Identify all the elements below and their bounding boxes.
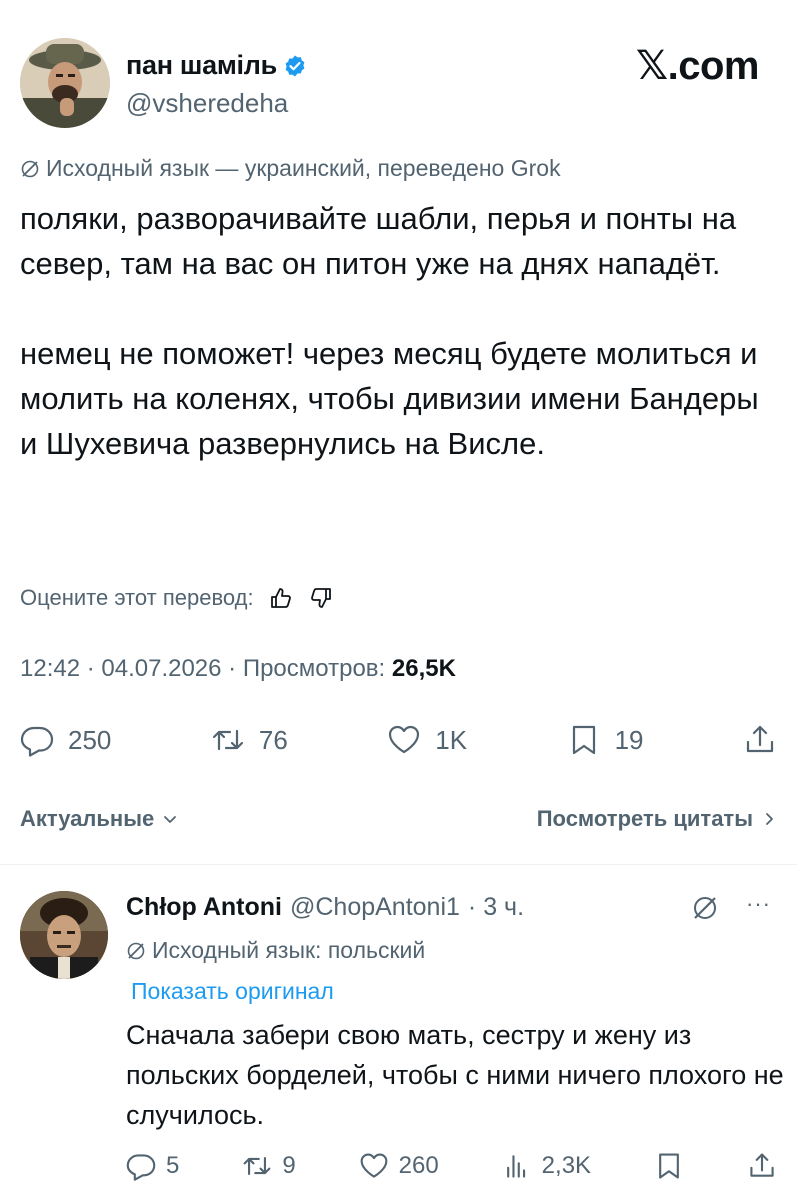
author-name[interactable]: пан шаміль: [126, 50, 277, 81]
sort-label: Актуальные: [20, 806, 155, 831]
chevron-down-icon: [164, 816, 177, 823]
bookmark-button[interactable]: [654, 1151, 684, 1181]
reply-author-name[interactable]: Chłop Antoni: [126, 893, 282, 922]
tweet-timestamp[interactable]: 12:42 · 04.07.2026 · Просмотров:: [20, 655, 392, 682]
reply-text: Сначала забери свою мать, сестру и жену …: [126, 1020, 784, 1130]
author-handle[interactable]: @vsheredeha: [126, 88, 288, 119]
rate-translation-label: Оцените этот перевод:: [20, 585, 254, 610]
views-chart-icon: [506, 1155, 525, 1178]
grok-icon: [21, 160, 39, 177]
reply-translation-note: Исходный язык: польский: [126, 937, 425, 964]
reply-icon: [20, 726, 54, 757]
heart-icon: [360, 1153, 388, 1178]
replies-toolbar: Актуальные Посмотреть цитаты: [20, 806, 777, 832]
reply-count: 250: [68, 724, 112, 755]
reply-header: Chłop Antoni @ChopAntoni1 · 3 ч.: [126, 893, 524, 922]
views-count: 2,3K: [541, 1152, 592, 1179]
tweet-text: поляки, разворачивайте шабли, перья и по…: [20, 196, 760, 466]
like-count: 1K: [435, 724, 468, 755]
repost-icon: [243, 1157, 271, 1175]
share-button[interactable]: [743, 723, 777, 757]
reply-author-handle[interactable]: @ChopAntoni1: [290, 893, 460, 922]
share-button[interactable]: [747, 1151, 777, 1181]
show-original-link[interactable]: Показать оригинал: [131, 978, 334, 1005]
thumbs-up-icon[interactable]: [268, 585, 294, 611]
reply-icon: [126, 1154, 156, 1181]
tweet-paragraph: немец не поможет! через месяц будете мол…: [20, 336, 759, 461]
reply-count: 5: [166, 1152, 180, 1179]
site-logo: 𝕏.com: [635, 44, 760, 88]
author-avatar[interactable]: [20, 38, 110, 128]
reply-button[interactable]: 250: [20, 723, 111, 757]
author-name-row[interactable]: пан шаміль: [126, 50, 307, 81]
tweet-paragraph: поляки, разворачивайте шабли, перья и по…: [20, 201, 737, 281]
grok-icon: [127, 942, 145, 959]
verified-badge-icon: [285, 55, 305, 76]
share-icon: [750, 1153, 774, 1177]
like-count: 260: [398, 1152, 439, 1179]
share-icon: [746, 725, 774, 753]
repost-icon: [212, 729, 243, 751]
reply-translation-note-text: Исходный язык: польский: [152, 937, 426, 963]
like-button[interactable]: 1K: [387, 723, 467, 757]
views-button[interactable]: 2,3K: [502, 1151, 591, 1181]
grok-icon[interactable]: [690, 893, 720, 923]
rate-translation: Оцените этот перевод:: [20, 585, 334, 611]
like-button[interactable]: 260: [359, 1151, 439, 1181]
bookmark-button[interactable]: 19: [567, 723, 644, 757]
repost-button[interactable]: 9: [242, 1151, 296, 1181]
repost-button[interactable]: 76: [211, 723, 288, 757]
view-quotes-link[interactable]: Посмотреть цитаты: [537, 806, 777, 832]
translation-note-text: Исходный язык — украинский, переведено G…: [46, 155, 561, 181]
tweet-meta: 12:42 · 04.07.2026 · Просмотров: 26,5K: [20, 655, 456, 683]
sort-dropdown[interactable]: Актуальные: [20, 806, 178, 832]
translation-note: Исходный язык — украинский, переведено G…: [20, 155, 561, 182]
reply-avatar[interactable]: [20, 891, 108, 979]
heart-icon: [389, 725, 420, 754]
tweet-actions: 250 76 1K 19: [20, 720, 777, 760]
reply-tweet[interactable]: Chłop Antoni @ChopAntoni1 · 3 ч. ··· Исх…: [0, 865, 797, 1200]
chevron-right-icon: [766, 813, 773, 825]
repost-count: 9: [282, 1152, 296, 1179]
view-quotes-label: Посмотреть цитаты: [536, 806, 753, 831]
repost-count: 76: [258, 724, 288, 755]
views-count: 26,5K: [391, 655, 456, 682]
thumbs-down-icon[interactable]: [308, 585, 334, 611]
bookmark-icon: [659, 1153, 679, 1179]
reply-button[interactable]: 5: [126, 1151, 179, 1181]
more-options-icon[interactable]: ···: [746, 891, 771, 917]
bookmark-count: 19: [614, 724, 644, 755]
reply-time[interactable]: · 3 ч.: [468, 893, 524, 922]
bookmark-icon: [572, 725, 595, 755]
reply-actions: 5 9 260 2,3K: [126, 1148, 777, 1184]
tweet-header: пан шаміль @vsheredeha 𝕏.com: [0, 0, 797, 140]
